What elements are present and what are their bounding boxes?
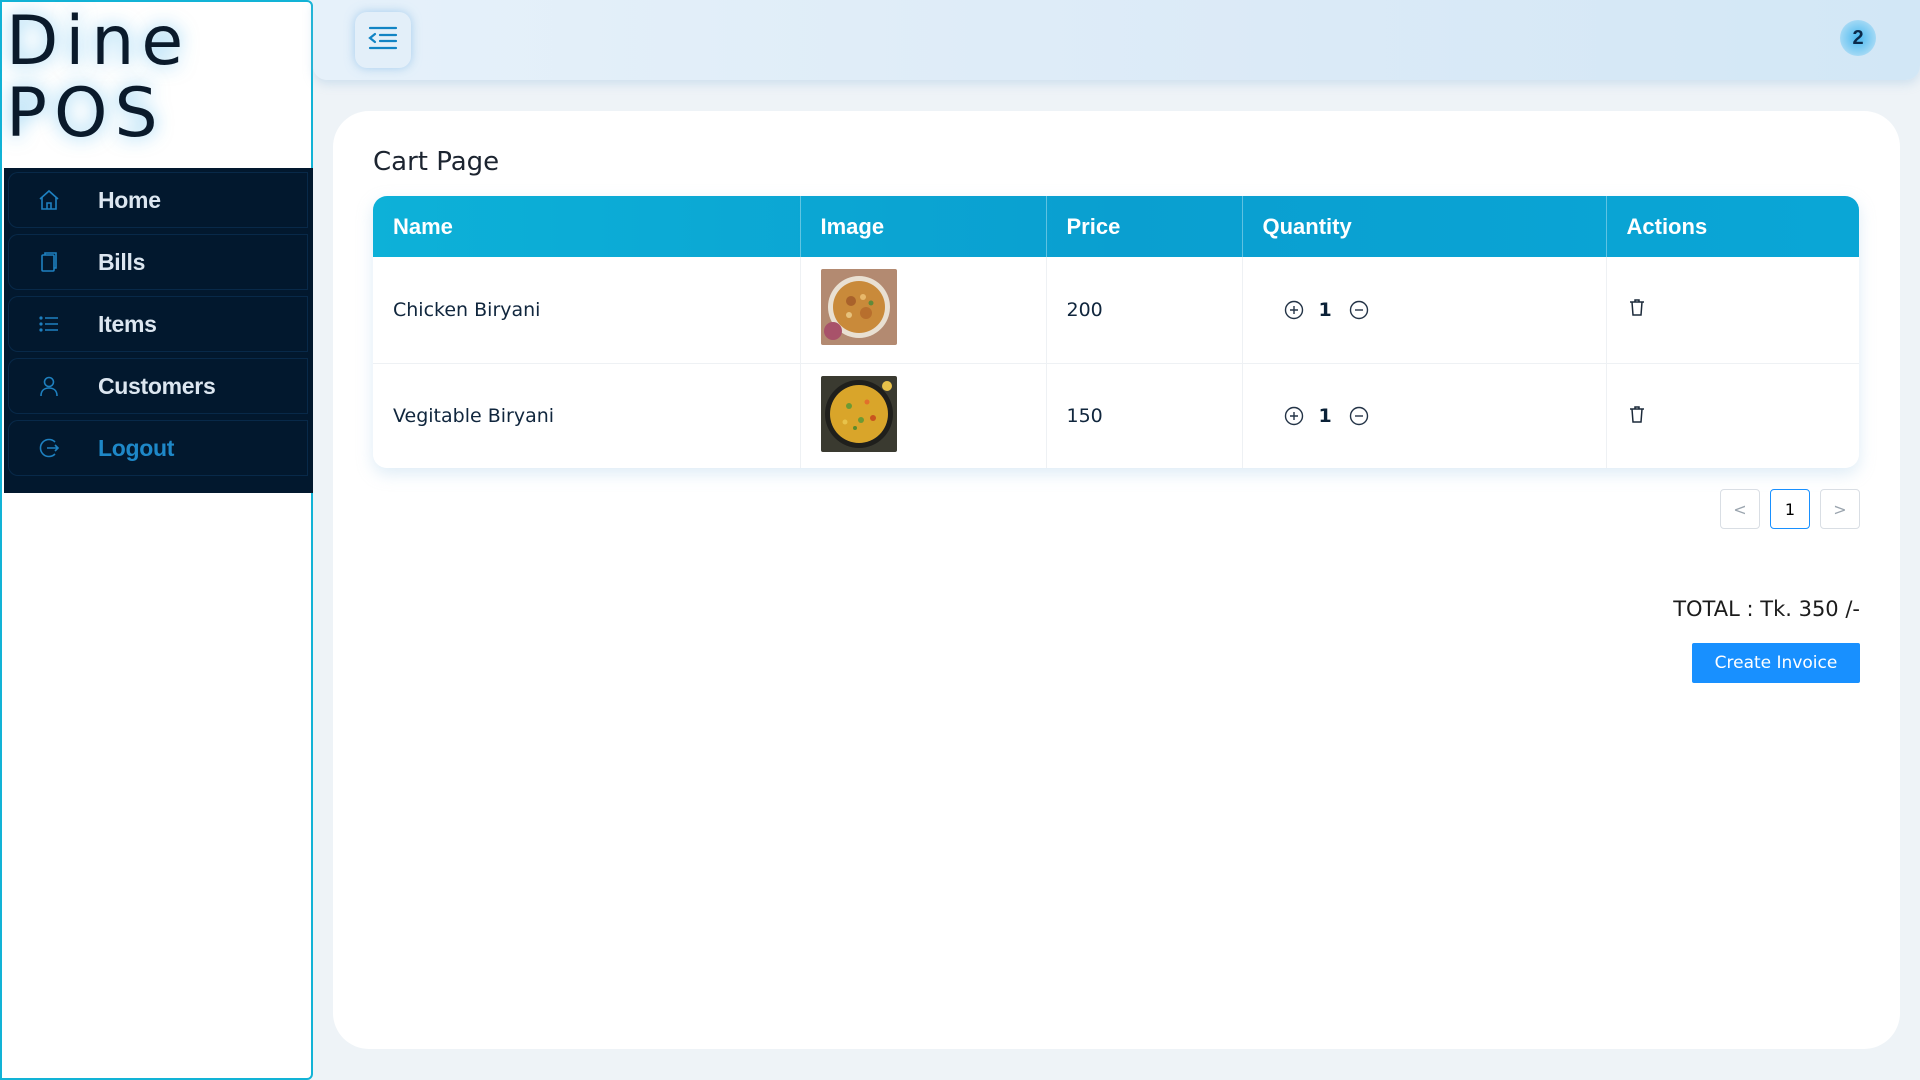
sidebar-item-bills[interactable]: Bills (8, 234, 308, 290)
sidebar-item-customers[interactable]: Customers (8, 358, 308, 414)
create-invoice-button[interactable]: Create Invoice (1692, 643, 1860, 683)
delete-icon[interactable] (1627, 297, 1647, 317)
app-logo: Dine POS (6, 6, 190, 150)
item-name: Vegitable Biryani (373, 363, 801, 468)
plus-circle-icon[interactable] (1283, 299, 1305, 321)
table-header-row: Name Image Price Quantity Actions (373, 196, 1859, 257)
quantity-stepper: 1 (1263, 405, 1606, 427)
menu-fold-icon (367, 25, 399, 55)
logo-line-2: POS (6, 74, 165, 153)
column-header-price: Price (1046, 196, 1243, 257)
cart-count: 2 (1852, 26, 1864, 49)
plus-circle-icon[interactable] (1283, 405, 1305, 427)
sidebar-item-label: Items (98, 310, 157, 337)
sidebar-toggle-button[interactable] (355, 12, 411, 68)
user-icon (36, 373, 62, 399)
minus-circle-icon[interactable] (1348, 299, 1370, 321)
chicken-biryani-image (820, 269, 897, 346)
logo-line-1: Dine (6, 2, 191, 81)
column-header-actions: Actions (1626, 213, 1708, 239)
bills-icon (36, 249, 62, 275)
quantity-value: 1 (1318, 298, 1332, 321)
item-price: 150 (1046, 363, 1243, 468)
minus-circle-icon[interactable] (1348, 405, 1370, 427)
pagination-prev-button[interactable]: < (1720, 489, 1760, 529)
sidebar-item-home[interactable]: Home (8, 172, 308, 228)
sidebar-item-label: Logout (98, 434, 175, 461)
column-header-name: Name (373, 196, 801, 257)
cart-table: Name Image Price Quantity Actions Chicke… (373, 196, 1859, 468)
sidebar-item-label: Customers (98, 372, 216, 399)
quantity-value: 1 (1318, 405, 1332, 428)
list-icon (36, 311, 62, 337)
top-bar: 2 (313, 0, 1920, 80)
sidebar-item-label: Home (98, 186, 161, 213)
logout-icon (36, 435, 62, 461)
home-icon (36, 187, 62, 213)
sidebar-item-label: Bills (98, 248, 146, 275)
delete-icon[interactable] (1627, 404, 1647, 424)
column-header-image: Image (800, 196, 1047, 257)
sidebar: Dine POS Home Bills Items Customers Logo… (0, 0, 313, 1080)
sidebar-item-logout[interactable]: Logout (8, 420, 308, 476)
quantity-stepper: 1 (1263, 299, 1606, 321)
cart-total: TOTAL : Tk. 350 /- (1673, 597, 1860, 621)
pagination: < 1 > (1720, 489, 1860, 529)
item-name: Chicken Biryani (373, 257, 801, 364)
main-card: Cart Page Name Image Price Quantity Acti… (333, 111, 1900, 1049)
pagination-next-button[interactable]: > (1820, 489, 1860, 529)
page-title: Cart Page (373, 147, 500, 177)
sidebar-item-items[interactable]: Items (8, 296, 308, 352)
column-header-quantity: Quantity (1242, 196, 1607, 257)
cart-count-badge[interactable]: 2 (1840, 20, 1876, 56)
sidebar-menu: Home Bills Items Customers Logout (4, 168, 313, 493)
vegetable-biryani-image (820, 375, 897, 452)
pagination-page-1[interactable]: 1 (1770, 489, 1810, 529)
table-row: Vegitable Biryani 150 1 (373, 363, 1859, 468)
item-price: 200 (1046, 257, 1243, 364)
table-row: Chicken Biryani 200 1 (373, 257, 1859, 364)
